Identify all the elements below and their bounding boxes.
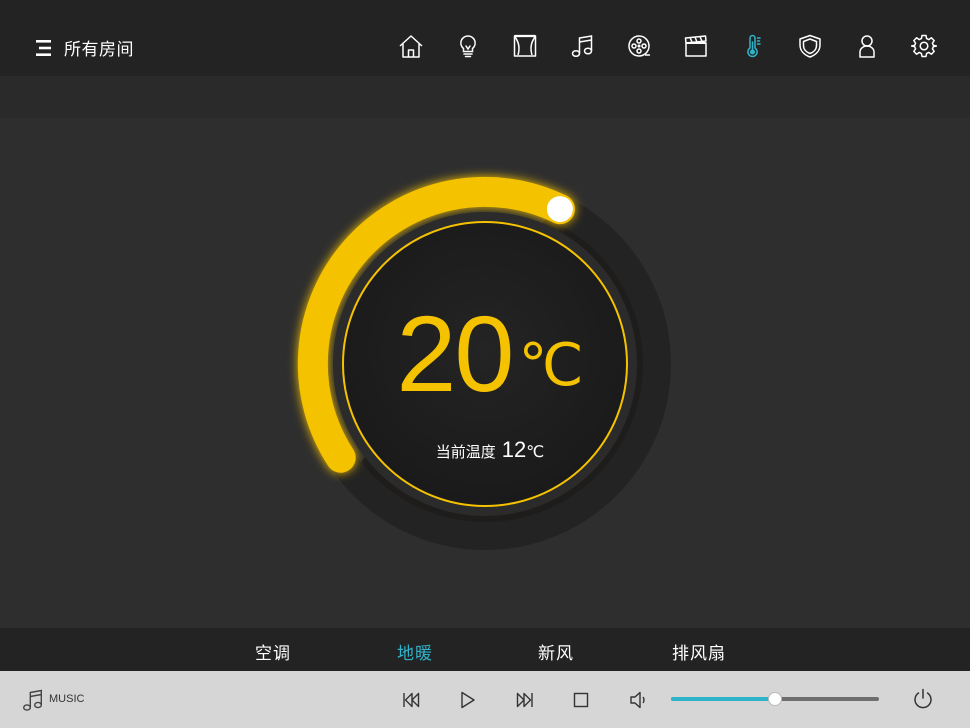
volume-icon[interactable] [629, 690, 649, 710]
thermostat-dial [0, 0, 970, 728]
stop-icon[interactable] [573, 692, 589, 708]
next-track-icon[interactable] [516, 692, 534, 708]
music-note-icon[interactable] [22, 688, 44, 712]
music-label: MUSIC [49, 693, 85, 705]
tab-fresh-air[interactable]: 新风 [538, 639, 574, 664]
tab-air-conditioner[interactable]: 空调 [255, 639, 291, 664]
tab-exhaust-fan[interactable]: 排风扇 [672, 639, 726, 664]
temperature-knob[interactable] [544, 194, 575, 225]
power-icon[interactable] [912, 688, 934, 710]
volume-slider-fill [671, 697, 775, 701]
play-icon[interactable] [460, 691, 476, 709]
previous-track-icon[interactable] [402, 692, 420, 708]
mode-tab-bar: 空调 地暖 新风 排风扇 [0, 628, 970, 671]
dial-inner-face [342, 221, 628, 507]
music-player-bar: MUSIC [0, 671, 970, 728]
volume-slider-thumb[interactable] [768, 692, 782, 706]
tab-floor-heating[interactable]: 地暖 [397, 639, 433, 664]
volume-slider[interactable] [671, 692, 879, 706]
